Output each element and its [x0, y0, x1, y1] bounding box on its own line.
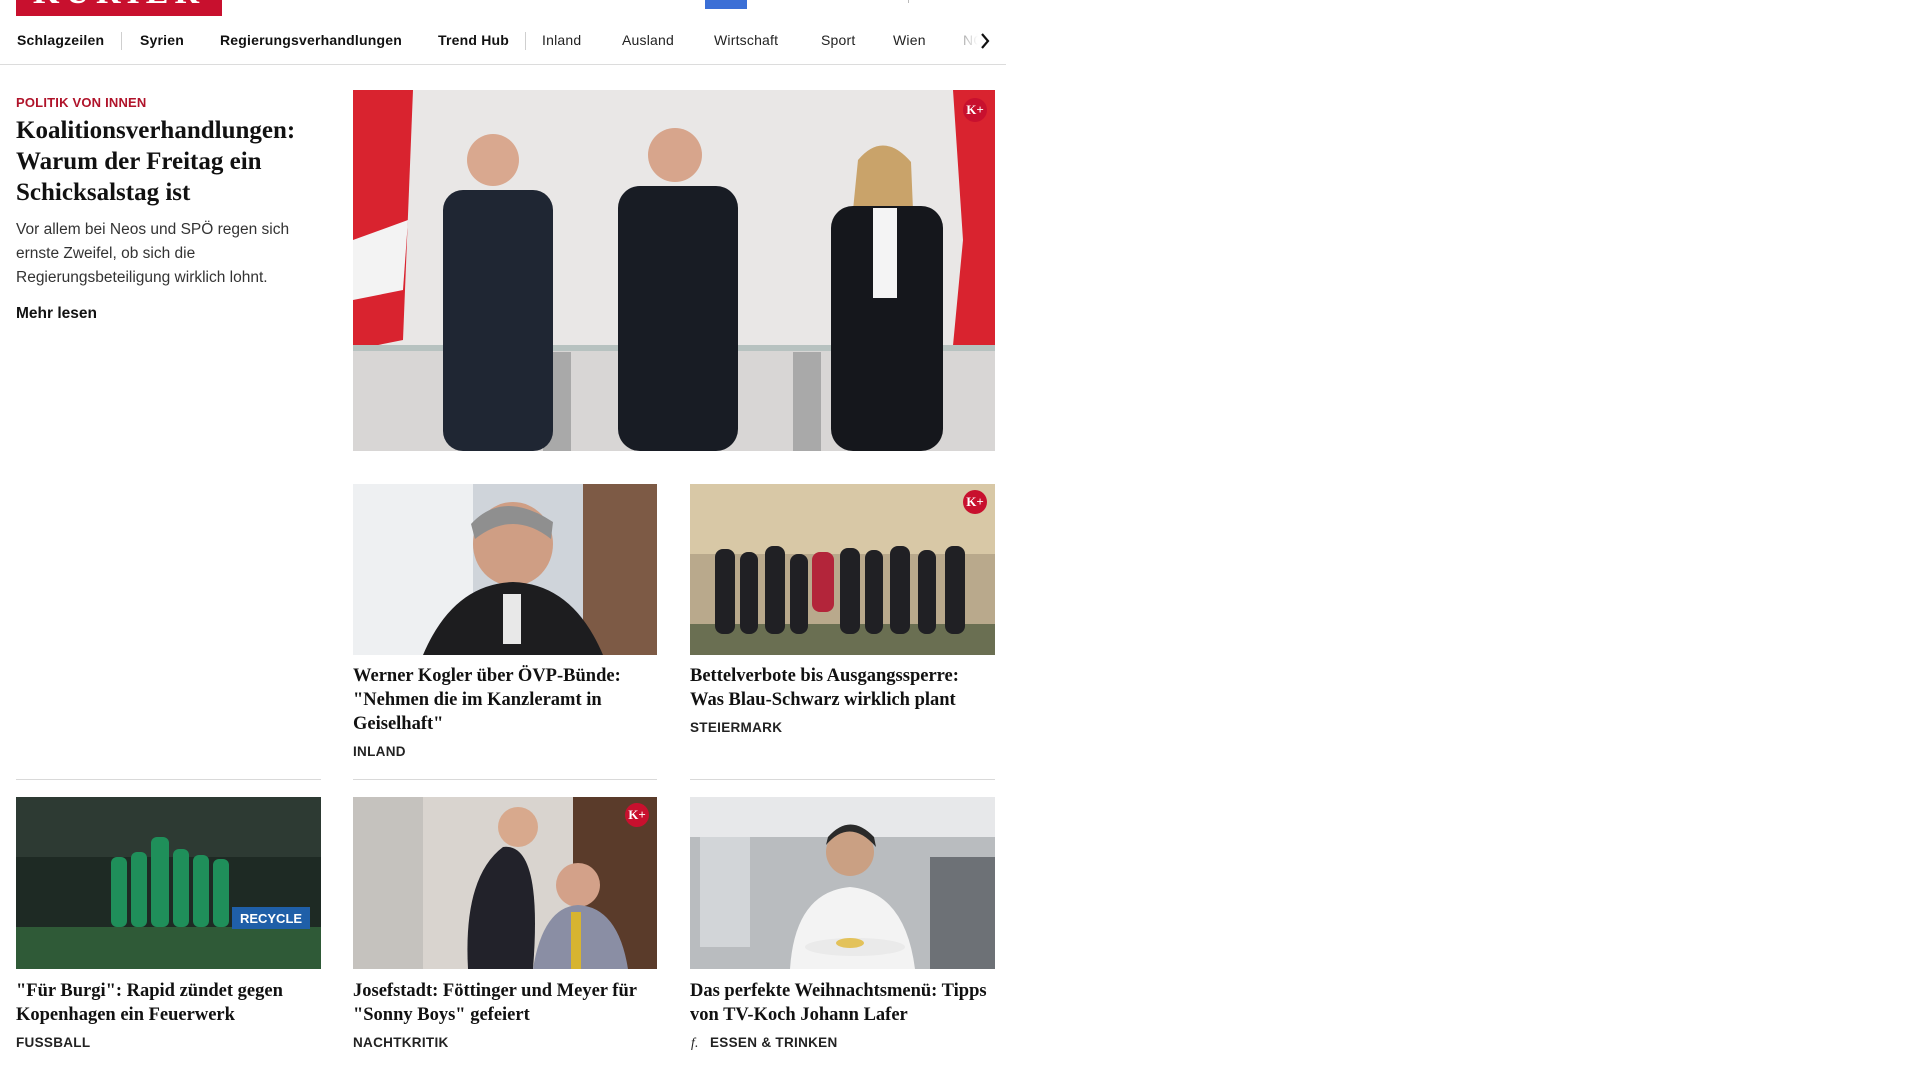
section-divider: [353, 779, 657, 780]
card-headline[interactable]: Josefstadt: Föttinger und Meyer für "Son…: [353, 979, 658, 1027]
header-divider: [908, 0, 909, 3]
card-image[interactable]: [353, 484, 657, 655]
lead-headline[interactable]: Koalitionsverhandlungen: Warum der Freit…: [16, 115, 326, 208]
nav-item-wirtschaft[interactable]: Wirtschaft: [714, 32, 778, 48]
kurier-logo[interactable]: KURIER: [16, 0, 222, 16]
card-headline[interactable]: Das perfekte Weihnachtsmenü: Tipps von T…: [690, 979, 995, 1027]
nav-item-schlagzeilen[interactable]: Schlagzeilen: [17, 32, 104, 48]
nav-item-sport[interactable]: Sport: [821, 32, 855, 48]
nav-item-syrien[interactable]: Syrien: [140, 32, 184, 48]
card-image[interactable]: [690, 797, 995, 969]
lead-image[interactable]: K+: [353, 90, 995, 451]
card-headline[interactable]: "Für Burgi": Rapid zündet gegen Kopenhag…: [16, 979, 321, 1027]
essen-trinken-icon: f.: [691, 1035, 699, 1050]
header-accent-bar: [705, 0, 747, 9]
card-image[interactable]: RECYCLE: [16, 797, 321, 969]
nav-item-trend-hub[interactable]: Trend Hub: [438, 32, 509, 48]
read-more-link[interactable]: Mehr lesen: [16, 305, 97, 323]
lead-teaser: Vor allem bei Neos und SPÖ regen sich er…: [16, 221, 290, 286]
main-navigation: Schlagzeilen Syrien Regierungsverhandlun…: [0, 26, 1006, 65]
nav-separator: [121, 32, 122, 50]
card-category[interactable]: INLAND: [353, 744, 406, 759]
section-divider: [690, 779, 995, 780]
kplus-badge-icon: K+: [625, 803, 649, 827]
card-category[interactable]: NACHTKRITIK: [353, 1035, 449, 1050]
chevron-right-icon[interactable]: [973, 28, 997, 54]
kplus-badge-icon: K+: [963, 490, 987, 514]
nav-item-ausland[interactable]: Ausland: [622, 32, 674, 48]
card-image[interactable]: K+: [353, 797, 657, 969]
kplus-badge-icon: K+: [963, 98, 987, 122]
card-category[interactable]: ESSEN & TRINKEN: [710, 1035, 838, 1050]
card-image[interactable]: K+: [690, 484, 995, 655]
card-category[interactable]: FUSSBALL: [16, 1035, 90, 1050]
card-headline[interactable]: Bettelverbote bis Ausgangssperre: Was Bl…: [690, 664, 995, 712]
card-category[interactable]: STEIERMARK: [690, 720, 782, 735]
nav-item-regierungsverhandlungen[interactable]: Regierungsverhandlungen: [220, 32, 402, 48]
section-divider: [16, 779, 321, 780]
card-headline[interactable]: Werner Kogler über ÖVP-Bünde: "Nehmen di…: [353, 664, 658, 736]
nav-item-wien[interactable]: Wien: [893, 32, 926, 48]
lead-kicker: POLITIK VON INNEN: [16, 95, 147, 110]
nav-separator: [525, 32, 526, 50]
nav-item-inland[interactable]: Inland: [542, 32, 581, 48]
image-sign-text: RECYCLE: [240, 911, 302, 926]
